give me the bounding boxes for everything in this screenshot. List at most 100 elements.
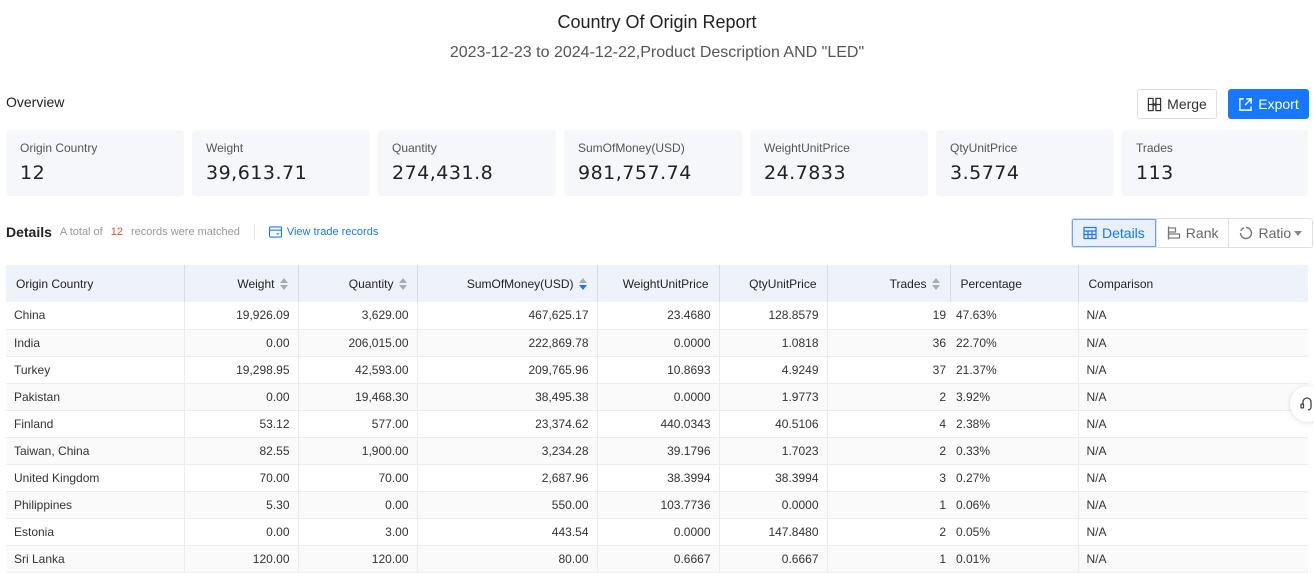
cell-percentage: 0.01% [950,545,1079,573]
cell-origin-country: Philippines [6,491,185,519]
cell-weight-unit-price: 440.0343 [597,410,720,438]
cell-sum-of-money: 3,234.28 [417,437,598,465]
col-qty-unit-price: QtyUnitPrice [719,265,828,302]
table-row[interactable]: Estonia 0.00 3.00 443.54 0.0000 147.8480 2 0.05… [6,518,1308,546]
tab-ratio[interactable]: Ratio [1228,219,1312,247]
card-weight: Weight 39,613.71 [192,130,370,196]
cell-trades: 2 [827,518,950,546]
col-comparison: Comparison [1088,276,1154,291]
card-list-icon [268,226,282,238]
records-suffix: records were matched [130,226,240,238]
cell-weight: 53.12 [184,410,299,438]
tab-rank[interactable]: Rank [1155,219,1229,247]
records-prefix: A total of [59,226,103,238]
cell-quantity: 0.00 [298,491,418,519]
card-qty-unit-price: QtyUnitPrice 3.5774 [936,130,1114,196]
cell-comparison: N/A [1078,410,1308,438]
col-trades[interactable]: Trades [827,265,951,302]
cell-weight: 120.00 [184,545,299,573]
table-row[interactable]: Taiwan, China 82.55 1,900.00 3,234.28 39.179… [6,437,1308,465]
cell-sum-of-money: 209,765.96 [417,356,598,384]
sort-desc-icon[interactable] [578,278,587,291]
bar-rank-icon [1167,226,1180,240]
card-label: SumOfMoney(USD) [578,141,685,155]
card-value: 981,757.74 [578,162,692,184]
card-label: Origin Country [20,141,98,155]
table-row[interactable]: Finland 53.12 577.00 23,374.62 440.0343 40.51… [6,410,1308,438]
cell-qty-unit-price: 38.3994 [719,464,828,492]
export-icon [1239,97,1253,111]
cell-comparison: N/A [1078,356,1308,384]
card-sum-of-money: SumOfMoney(USD) 981,757.74 [564,130,742,196]
tab-details-label: Details [1102,225,1145,241]
col-quantity[interactable]: Quantity [298,265,418,302]
cell-percentage: 0.05% [950,518,1079,546]
col-weight[interactable]: Weight [184,265,299,302]
export-label: Export [1258,96,1299,112]
col-sum-of-money[interactable]: SumOfMoney(USD) [417,265,598,302]
cell-origin-country: Sri Lanka [6,545,185,573]
cell-weight-unit-price: 0.0000 [597,329,720,357]
cell-sum-of-money: 38,495.38 [417,383,598,411]
tab-ratio-label: Ratio [1258,225,1292,241]
cell-percentage: 2.38% [950,410,1079,438]
details-heading: Details [6,224,52,240]
table-row[interactable]: Philippines 5.30 0.00 550.00 103.7736 0.0000 1… [6,491,1308,519]
cell-percentage: 47.63% [950,302,1079,330]
records-count: 12 [110,226,123,238]
cell-quantity: 42,593.00 [298,356,418,384]
merge-button[interactable]: Merge [1137,89,1217,119]
merge-icon [1147,97,1162,111]
cell-trades: 2 [827,437,950,465]
cell-quantity: 19,468.30 [298,383,418,411]
cell-percentage: 0.06% [950,491,1079,519]
cell-weight: 0.00 [184,329,299,357]
table-row[interactable]: India 0.00 206,015.00 222,869.78 0.0000 1.081… [6,329,1308,357]
view-trade-records-label: View trade records [286,226,379,238]
cell-qty-unit-price: 4.9249 [719,356,828,384]
cell-quantity: 70.00 [298,464,418,492]
card-trades: Trades 113 [1122,130,1308,196]
view-trade-records-link[interactable]: View trade records [268,226,379,238]
sort-icon[interactable] [931,278,940,291]
table-row[interactable]: Sri Lanka 120.00 120.00 80.00 0.6667 0.6667 1 0… [6,545,1308,573]
merge-label: Merge [1167,96,1207,112]
cell-origin-country: United Kingdom [6,464,185,492]
col-origin-country: Origin Country [6,265,185,302]
cell-comparison: N/A [1078,302,1308,330]
tab-details[interactable]: Details [1072,219,1156,247]
table-row[interactable]: Turkey 19,298.95 42,593.00 209,765.96 10.869… [6,356,1308,384]
sort-icon[interactable] [398,278,407,291]
cell-quantity: 120.00 [298,545,418,573]
table-row[interactable]: Pakistan 0.00 19,468.30 38,495.38 0.0000 1.97… [6,383,1308,411]
cell-comparison: N/A [1078,464,1308,492]
cell-sum-of-money: 2,687.96 [417,464,598,492]
cell-quantity: 206,015.00 [298,329,418,357]
report-title: Country Of Origin Report [557,12,757,32]
cell-trades: 4 [827,410,950,438]
card-weight-unit-price: WeightUnitPrice 24.7833 [750,130,928,196]
cell-weight: 82.55 [184,437,299,465]
overview-heading: Overview [6,94,65,110]
view-switcher: Details Rank Ratio [1071,218,1314,248]
divider [253,225,255,239]
cell-origin-country: India [6,329,185,357]
cell-comparison: N/A [1078,329,1308,357]
cell-qty-unit-price: 1.9773 [719,383,828,411]
cell-qty-unit-price: 1.7023 [719,437,828,465]
sort-icon[interactable] [279,278,288,291]
table-row[interactable]: United Kingdom 70.00 70.00 2,687.96 38.3994 3… [6,464,1308,492]
card-value: 39,613.71 [206,162,308,184]
cell-trades: 3 [827,464,950,492]
card-value: 274,431.8 [392,162,494,184]
cell-qty-unit-price: 1.0818 [719,329,828,357]
headset-icon [1300,397,1312,411]
cell-qty-unit-price: 40.5106 [719,410,828,438]
table-row[interactable]: China 19,926.09 3,629.00 467,625.17 23.4680 1… [6,302,1308,330]
card-value: 12 [20,162,46,184]
cell-comparison: N/A [1078,491,1308,519]
report-subtitle: 2023-12-23 to 2024-12-22,Product Descrip… [449,44,865,61]
cell-trades: 37 [827,356,950,384]
export-button[interactable]: Export [1228,89,1309,119]
cell-quantity: 577.00 [298,410,418,438]
